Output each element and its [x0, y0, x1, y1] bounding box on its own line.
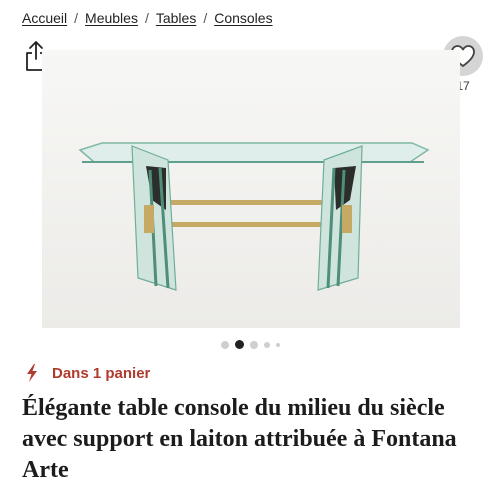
gallery-dot[interactable] — [263, 341, 270, 348]
console-table-illustration — [42, 50, 460, 328]
breadcrumb-consoles[interactable]: Consoles — [214, 10, 272, 26]
cart-status-text: Dans 1 panier — [52, 364, 151, 382]
breadcrumb-separator: / — [203, 10, 208, 26]
gallery-dots — [0, 340, 500, 349]
gallery-dot[interactable] — [220, 340, 229, 349]
cart-status: Dans 1 panier — [26, 364, 150, 382]
gallery-dot-active[interactable] — [234, 340, 244, 349]
breadcrumb-meubles[interactable]: Meubles — [85, 10, 138, 26]
breadcrumb-separator: / — [74, 10, 79, 26]
gallery-dot[interactable] — [275, 342, 280, 347]
gallery-dot[interactable] — [249, 340, 258, 349]
lightning-icon — [27, 364, 37, 382]
product-image[interactable] — [42, 50, 460, 328]
breadcrumb-tables[interactable]: Tables — [156, 10, 196, 26]
breadcrumb: Accueil / Meubles / Tables / Consoles — [22, 10, 273, 26]
breadcrumb-separator: / — [144, 10, 149, 26]
product-title: Élégante table console du milieu du sièc… — [22, 395, 457, 483]
breadcrumb-accueil[interactable]: Accueil — [22, 10, 67, 26]
